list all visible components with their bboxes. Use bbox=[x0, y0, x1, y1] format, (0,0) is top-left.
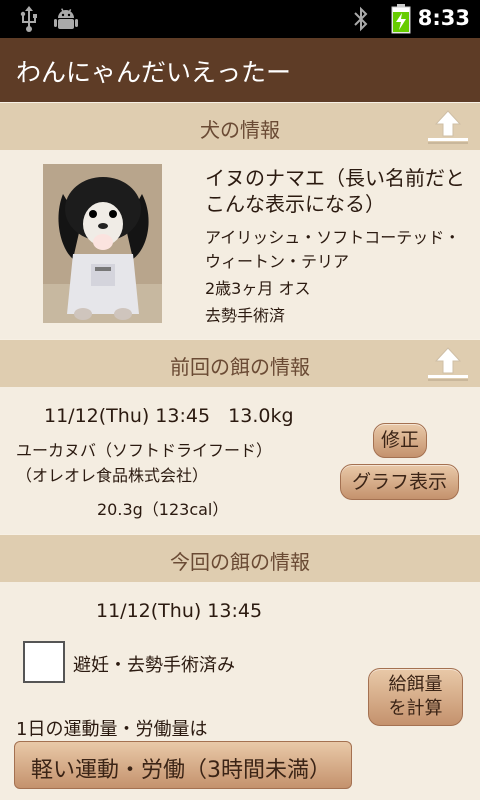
dog-info-header: 犬の情報 bbox=[0, 102, 480, 150]
battery-charging-icon bbox=[391, 4, 411, 38]
last-feed-datetime-weight: 11/12(Thu) 13:45 13.0kg bbox=[44, 405, 294, 427]
current-feed-header-label: 今回の餌の情報 bbox=[170, 550, 310, 574]
last-feed-header-label: 前回の餌の情報 bbox=[170, 355, 310, 379]
dog-photo bbox=[43, 164, 162, 323]
exercise-label: 1日の運動量・労働量は bbox=[16, 719, 208, 740]
dog-name: イヌのナマエ（長い名前だとこんな表示になる） bbox=[205, 166, 465, 216]
last-feed-amount: 20.3g（123cal） bbox=[97, 500, 229, 519]
app-title: わんにゃんだいえったー bbox=[16, 58, 292, 87]
dog-neutered-status: 去勢手術済 bbox=[205, 306, 286, 325]
usb-icon bbox=[18, 6, 40, 36]
exercise-level-select[interactable]: 軽い運動・労働（3時間未満） bbox=[14, 741, 352, 789]
spay-neuter-checkbox[interactable] bbox=[23, 641, 65, 683]
exercise-level-select-value: 軽い運動・労働（3時間未満） bbox=[31, 758, 331, 783]
android-debug-icon bbox=[53, 6, 79, 36]
bluetooth-icon bbox=[352, 6, 370, 36]
dog-age-sex: 2歳3ヶ月 オス bbox=[205, 279, 311, 298]
current-feed-datetime: 11/12(Thu) 13:45 bbox=[96, 600, 263, 622]
clock: 8:33 bbox=[417, 6, 470, 30]
spay-neuter-checkbox-label: 避妊・去勢手術済み bbox=[73, 655, 235, 676]
calculate-feed-button-line1: 給餌量 bbox=[388, 674, 443, 695]
calculate-feed-button[interactable]: 給餌量 を計算 bbox=[368, 668, 463, 726]
current-feed-header: 今回の餌の情報 bbox=[0, 534, 480, 582]
dog-info-header-label: 犬の情報 bbox=[200, 118, 280, 142]
calculate-feed-button-line2: を計算 bbox=[388, 698, 443, 719]
app-title-bar: わんにゃんだいえったー bbox=[0, 38, 480, 102]
status-bar: 8:33 bbox=[0, 0, 480, 38]
collapse-up-arrow-icon[interactable] bbox=[426, 107, 470, 147]
edit-button[interactable]: 修正 bbox=[373, 423, 427, 458]
dog-breed: アイリッシュ・ソフトコーテッド・ウィートン・テリア bbox=[205, 228, 461, 271]
graph-button[interactable]: グラフ表示 bbox=[340, 464, 459, 500]
collapse-up-arrow-icon[interactable] bbox=[426, 344, 470, 384]
last-feed-food-name: ユーカヌバ（ソフトドライフード）（オレオレ食品株式会社） bbox=[16, 441, 273, 485]
last-feed-header: 前回の餌の情報 bbox=[0, 339, 480, 387]
